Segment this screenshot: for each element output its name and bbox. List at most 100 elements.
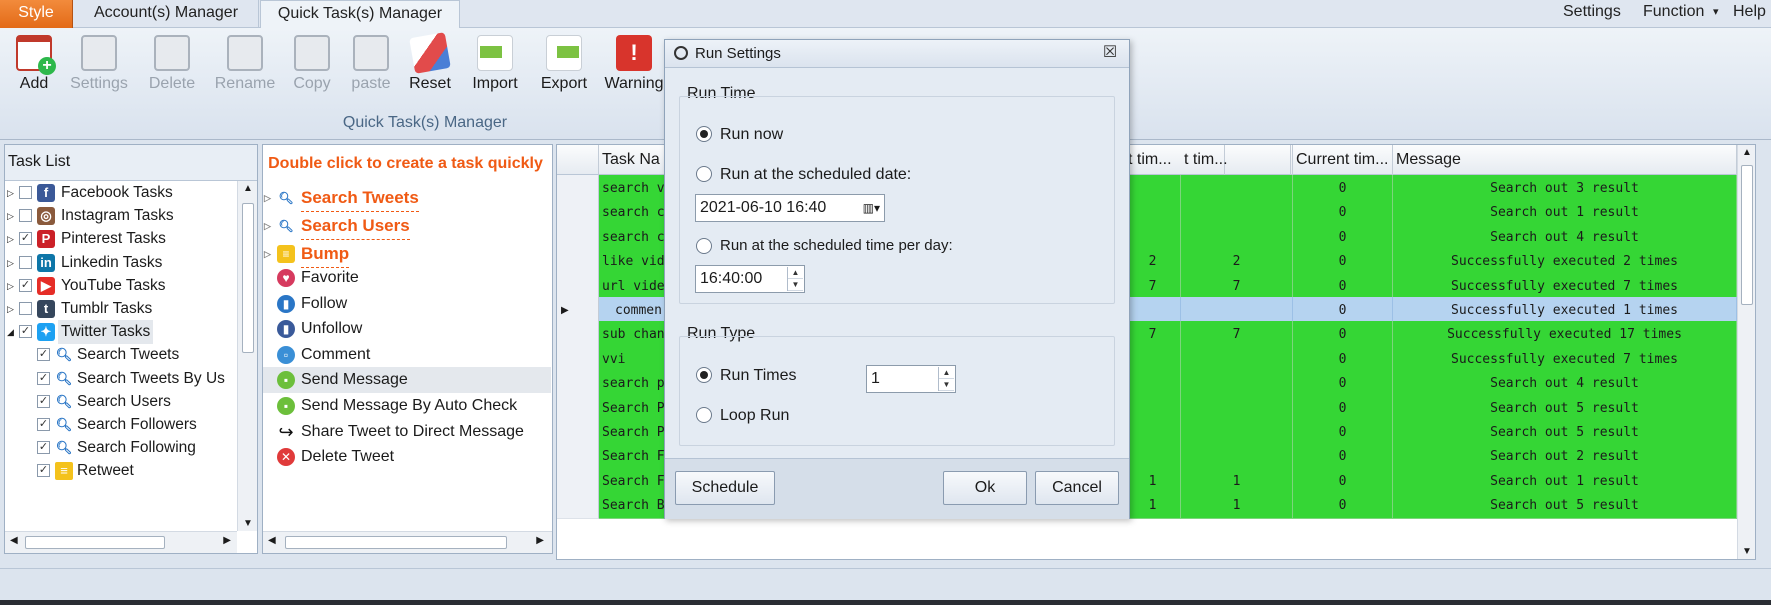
row-header[interactable] <box>557 248 599 276</box>
grid-vscrollbar[interactable]: ▲ ▼ <box>1737 145 1755 559</box>
expand-icon[interactable]: ▷ <box>264 213 271 239</box>
collapse-icon[interactable]: ◢ <box>7 328 15 337</box>
task-group-instagram-tasks[interactable]: ▷ ◎ Instagram Tasks <box>5 204 235 228</box>
rename-button[interactable]: Rename <box>212 32 278 104</box>
action-section-search-users[interactable]: ▷ 🔍︎ Search Users <box>263 213 551 240</box>
spin-up-icon[interactable]: ▲ <box>788 267 803 279</box>
action-delete-tweet[interactable]: ✕ Delete Tweet <box>263 444 551 470</box>
task-group-tumblr-tasks[interactable]: ▷ t Tumblr Tasks <box>5 297 235 321</box>
task-group-checkbox[interactable]: ✓ <box>19 278 32 292</box>
expand-icon[interactable]: ▷ <box>7 189 15 198</box>
actions-hscrollbar[interactable]: ◀ ▶ <box>263 531 552 553</box>
export-button[interactable]: Export <box>536 32 592 104</box>
delete-button[interactable]: Delete <box>145 32 199 104</box>
task-subitem[interactable]: ✓ 🔍︎ Search Following <box>5 436 235 460</box>
import-button[interactable]: Import <box>466 32 524 104</box>
task-subitem[interactable]: ✓ 🔍︎ Search Followers <box>5 413 235 437</box>
task-group-checkbox[interactable] <box>19 255 32 269</box>
row-header[interactable] <box>557 272 599 300</box>
expand-icon[interactable]: ▷ <box>7 258 15 267</box>
task-subitem[interactable]: ✓ 🔍︎ Search Tweets <box>5 343 235 367</box>
task-list-vscrollbar[interactable]: ▲ ▼ <box>237 181 257 531</box>
loop-run-radio[interactable] <box>696 407 712 423</box>
tab-accounts-manager[interactable]: Account(s) Manager <box>74 0 259 28</box>
expand-icon[interactable]: ▷ <box>7 305 15 314</box>
row-header[interactable] <box>557 199 599 227</box>
action-share-tweet-to-direct-message[interactable]: ↪ Share Tweet to Direct Message <box>263 419 551 445</box>
task-group-facebook-tasks[interactable]: ▷ f Facebook Tasks <box>5 181 235 205</box>
row-header[interactable] <box>557 467 599 495</box>
run-scheduled-radio[interactable] <box>696 166 712 182</box>
row-header[interactable]: ▶ <box>557 297 599 324</box>
task-list-hscrollbar[interactable]: ◀ ▶ <box>5 531 237 553</box>
schedule-button[interactable]: Schedule <box>675 471 775 505</box>
chevron-down-icon[interactable]: ▾ <box>1713 0 1719 26</box>
warning-button[interactable]: ! Warning <box>604 32 664 104</box>
expand-icon[interactable]: ▷ <box>7 235 15 244</box>
spin-down-icon[interactable]: ▼ <box>939 379 954 391</box>
action-unfollow[interactable]: ▮ Unfollow <box>263 316 551 342</box>
task-group-pinterest-tasks[interactable]: ▷ ✓ P Pinterest Tasks <box>5 227 235 251</box>
row-header[interactable] <box>557 223 599 251</box>
subitem-checkbox[interactable]: ✓ <box>37 418 50 431</box>
subitem-checkbox[interactable]: ✓ <box>37 464 50 478</box>
settings-button[interactable]: Settings <box>66 32 132 104</box>
task-group-youtube-tasks[interactable]: ▷ ✓ ▶ YouTube Tasks <box>5 274 235 298</box>
ok-button[interactable]: Ok <box>943 471 1027 505</box>
tab-quick-tasks-manager[interactable]: Quick Task(s) Manager <box>260 0 460 29</box>
copy-button[interactable]: Copy <box>290 32 334 104</box>
time-spinner[interactable]: ▲ ▼ <box>787 267 803 291</box>
reset-button[interactable]: Reset <box>406 32 454 104</box>
expand-icon[interactable]: ▷ <box>7 212 15 221</box>
subitem-checkbox[interactable]: ✓ <box>37 394 50 408</box>
action-send-message[interactable]: ▪ Send Message <box>263 367 551 394</box>
run-per-day-radio[interactable] <box>696 238 712 254</box>
expand-icon[interactable]: ▷ <box>264 241 271 267</box>
header-current-time[interactable]: Current tim... <box>1293 145 1393 175</box>
header-message[interactable]: Message <box>1393 145 1737 175</box>
row-header[interactable] <box>557 345 599 373</box>
spin-down-icon[interactable]: ▼ <box>788 279 803 291</box>
subitem-checkbox[interactable]: ✓ <box>37 348 50 362</box>
action-send-message-by-auto-check[interactable]: ▪ Send Message By Auto Check <box>263 393 551 419</box>
task-group-checkbox[interactable]: ✓ <box>19 325 32 339</box>
task-group-checkbox[interactable] <box>19 209 32 223</box>
run-times-radio[interactable] <box>696 367 712 383</box>
daily-time-field[interactable]: 16:40:00 ▲ ▼ <box>695 265 805 293</box>
run-times-field[interactable]: 1 ▲ ▼ <box>866 365 956 393</box>
run-times-spinner[interactable]: ▲ ▼ <box>938 367 954 391</box>
cancel-button[interactable]: Cancel <box>1035 471 1119 505</box>
spin-up-icon[interactable]: ▲ <box>939 367 954 379</box>
subitem-checkbox[interactable]: ✓ <box>37 441 50 455</box>
header-last-time-col[interactable]: t tim... <box>1181 145 1293 175</box>
task-group-linkedin-tasks[interactable]: ▷ in Linkedin Tasks <box>5 251 235 275</box>
action-section-search-tweets[interactable]: ▷ 🔍︎ Search Tweets <box>263 185 551 212</box>
row-header[interactable] <box>557 321 599 349</box>
tab-style[interactable]: Style <box>0 0 73 28</box>
task-subitem[interactable]: ✓ ≡ Retweet <box>5 459 235 483</box>
menu-settings[interactable]: Settings <box>1563 0 1621 26</box>
row-header[interactable] <box>557 492 599 520</box>
action-section-bump[interactable]: ▷ ≡ Bump <box>263 241 551 268</box>
paste-button[interactable]: paste <box>347 32 395 104</box>
close-icon[interactable]: ☒ <box>1101 44 1119 62</box>
task-group-checkbox[interactable] <box>19 302 32 315</box>
action-comment[interactable]: ▫ Comment <box>263 342 551 368</box>
scheduled-date-field[interactable]: 2021-06-10 16:40 ▥▾ <box>695 194 885 222</box>
row-header[interactable] <box>557 443 599 471</box>
row-header[interactable] <box>557 419 599 446</box>
subitem-checkbox[interactable]: ✓ <box>37 371 50 385</box>
calendar-dropdown-icon[interactable]: ▥▾ <box>863 195 880 221</box>
action-favorite[interactable]: ♥ Favorite <box>263 265 551 291</box>
run-now-radio[interactable] <box>696 126 712 142</box>
menu-help[interactable]: Help <box>1733 0 1766 26</box>
action-follow[interactable]: ▮ Follow <box>263 291 551 317</box>
expand-icon[interactable]: ▷ <box>264 185 271 211</box>
task-group-checkbox[interactable] <box>19 186 32 199</box>
menu-function[interactable]: Function <box>1643 0 1704 26</box>
task-subitem[interactable]: ✓ 🔍︎ Search Users <box>5 390 235 414</box>
add-button[interactable]: + Add <box>10 32 58 104</box>
task-subitem[interactable]: ✓ 🔍︎ Search Tweets By Us <box>5 367 235 391</box>
task-group-twitter-tasks[interactable]: ◢ ✓ ✦ Twitter Tasks <box>5 320 235 345</box>
row-header[interactable] <box>557 394 599 422</box>
